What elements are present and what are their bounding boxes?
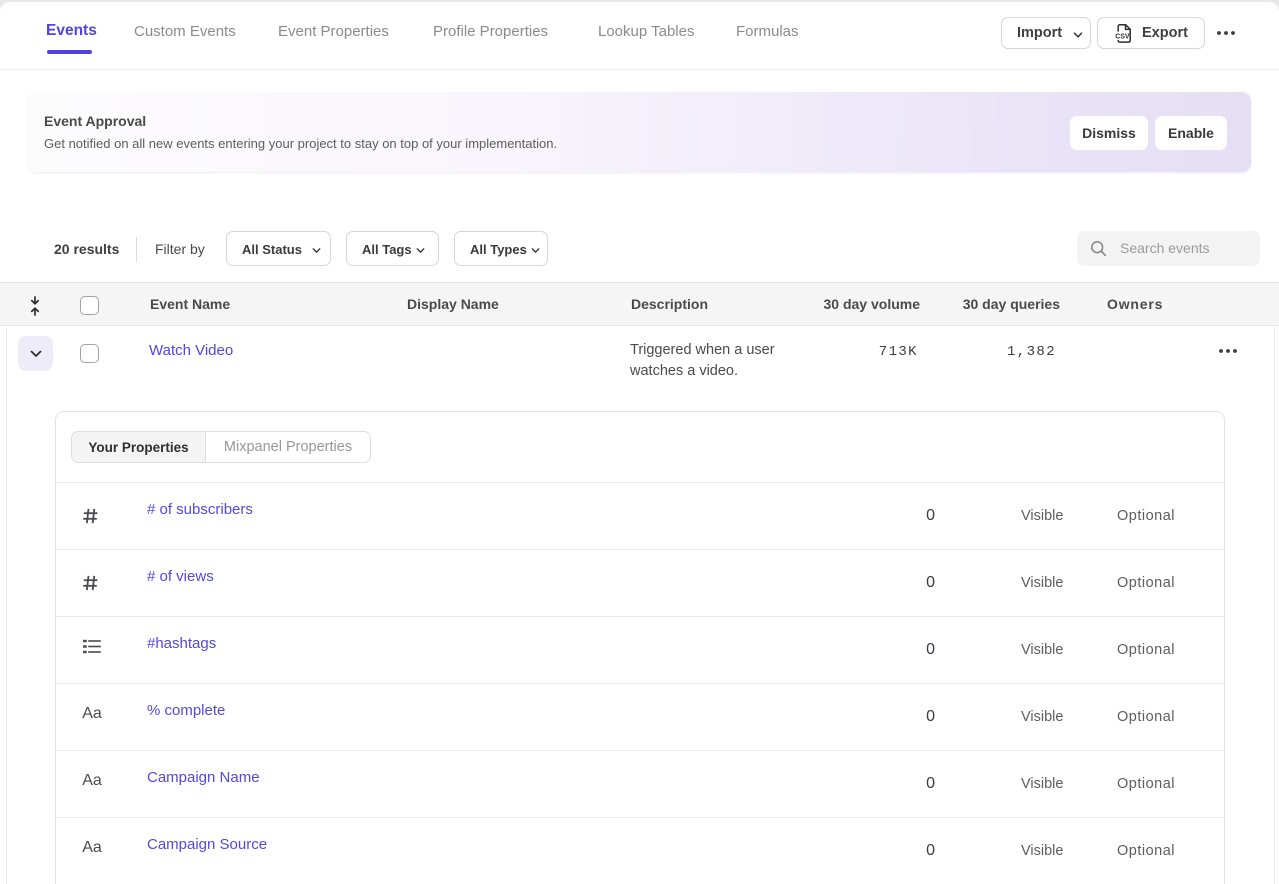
svg-text:CSV: CSV — [1115, 34, 1130, 41]
